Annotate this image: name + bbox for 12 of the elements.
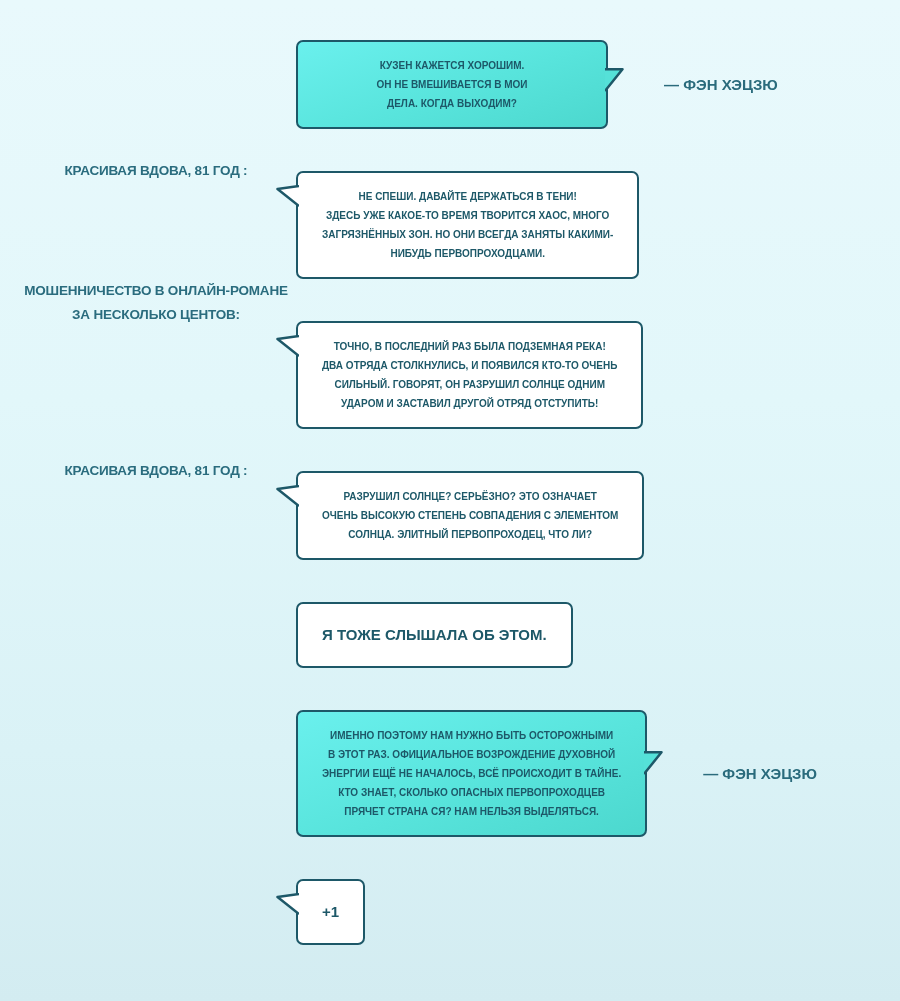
message-text: Я ТОЖЕ СЛЫШАЛА ОБ ЭТОМ. — [322, 625, 547, 645]
message-text: ТОЧНО, В ПОСЛЕДНИЙ РАЗ БЫЛА ПОДЗЕМНАЯ РЕКА! ДВА ОТРЯДА СТОЛКНУЛИСЬ, И ПОЯВИЛСЯ КТО-ТО ОЧЕНЬ СИЛЬНЫЙ. ГОВОРЯТ, ОН РАЗРУШИЛ СОЛНЦЕ ОДНИМ УДАРОМ И ЗАСТАВИЛ ДРУГОЙ ОТРЯД ОТСТУПИТЬ! — [322, 339, 618, 411]
author-name: — ФЭН ХЭЦЗЮ — [664, 76, 778, 93]
message-text: КУЗЕН КАЖЕТСЯ ХОРОШИМ. ОН НЕ ВМЕШИВАЕТСЯ В МОИ ДЕЛА. КОГДА ВЫХОДИМ? — [376, 59, 528, 111]
sender-name: КРАСИВАЯ ВДОВА, 81 ГОД : — [64, 462, 248, 480]
message-text: ИМЕННО ПОЭТОМУ НАМ НУЖНО БЫТЬ ОСТОРОЖНЫМИ В ЭТОТ РАЗ. ОФИЦИАЛЬНОЕ ВОЗРОЖДЕНИЕ ДУХОВНОЙ ЭНЕРГИИ ЕЩЁ НЕ НАЧАЛОСЬ, ВСЁ ПРОИСХОДИТ В ТАЙНЕ. КТО ЗНАЕТ, СКОЛЬКО ОПАСНЫХ ПЕРВОПРОХОДЦЕВ ПРЯЧЕТ СТРАНА СЯ? НАМ НЕЛЬЗЯ ВЫДЕЛЯТЬСЯ. — [322, 729, 622, 819]
message-text: НЕ СПЕШИ. ДАВАЙТЕ ДЕРЖАТЬСЯ В ТЕНИ! ЗДЕСЬ УЖЕ КАКОЕ-ТО ВРЕМЯ ТВОРИТСЯ ХАОС, МНОГО ЗАГРЯЗНЁННЫХ ЗОН. НО ОНИ ВСЕГДА ЗАНЯТЫ КАКИМИ- НИБУДЬ ПЕРВОПРОХОДЦАМИ. — [322, 189, 614, 261]
message-text: РАЗРУШИЛ СОЛНЦЕ? СЕРЬЁЗНО? ЭТО ОЗНАЧАЕТ ОЧЕНЬ ВЫСОКУЮ СТЕПЕНЬ СОВПАДЕНИЯ С ЭЛЕМЕНТОМ СОЛНЦА. ЭЛИТНЫЙ ПЕРВОПРОХОДЕЦ, ЧТО ЛИ? — [322, 489, 619, 542]
sender-name: МОШЕННИЧЕСТВО В ОНЛАЙН-РОМАНЕ ЗА НЕСКОЛЬКО ЦЕНТОВ: — [24, 282, 288, 324]
message-text: +1 — [322, 902, 340, 922]
author-name: — ФЭН ХЭЦЗЮ — [703, 765, 817, 782]
sender-name: КРАСИВАЯ ВДОВА, 81 ГОД : — [64, 162, 248, 180]
